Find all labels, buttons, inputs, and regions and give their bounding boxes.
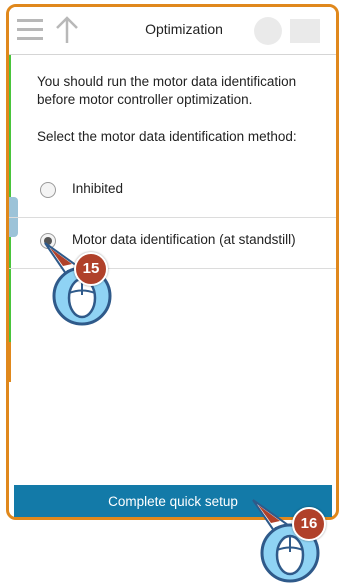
step-badge-15: 15 [74, 252, 108, 286]
watermark-icon [254, 17, 320, 45]
radio-inhibited[interactable] [40, 182, 56, 198]
content-text: You should run the motor data identifica… [37, 73, 336, 144]
status-strip-warning [9, 342, 11, 382]
mouse-click-cursor-icon [252, 499, 320, 583]
prompt-text: Select the motor data identification met… [37, 129, 297, 144]
option-inhibited[interactable]: Inhibited [9, 167, 336, 218]
page-title: Optimization [145, 21, 223, 37]
intro-text: You should run the motor data identifica… [37, 74, 297, 107]
up-arrow-icon[interactable] [53, 15, 81, 45]
hamburger-icon[interactable] [17, 19, 43, 41]
app-header: Optimization [9, 7, 336, 55]
step-badge-16: 16 [292, 507, 326, 541]
option-label: Inhibited [72, 181, 124, 196]
